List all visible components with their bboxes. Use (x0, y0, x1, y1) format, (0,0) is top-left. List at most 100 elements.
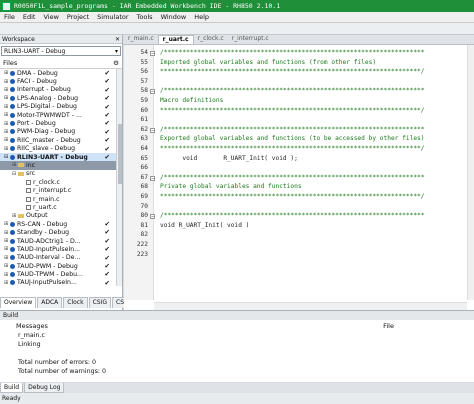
tree-item-label: LPS-Analog - Debug (17, 94, 79, 102)
menu-window[interactable]: Window (157, 13, 191, 21)
line-number: 63 (140, 135, 148, 143)
build-message: Total number of errors: 0 (18, 359, 97, 366)
code-line: ****************************************… (160, 68, 425, 76)
tree-item[interactable]: r_clock.c (0, 178, 122, 186)
build-title: Build (3, 312, 19, 319)
tree-item[interactable]: ⊞ TAUD-Interval - De... ✔ (0, 254, 122, 262)
line-number: 56 (140, 68, 148, 76)
tab-debug-log[interactable]: Debug Log (24, 383, 65, 393)
line-number: 69 (140, 193, 148, 200)
fold-icon[interactable]: − (150, 51, 155, 56)
line-number: 57 (140, 77, 148, 85)
file-icon (26, 179, 31, 185)
menu-project[interactable]: Project (63, 13, 93, 21)
check-icon: ✔ (104, 245, 110, 254)
code-area[interactable]: /***************************************… (156, 45, 462, 300)
fold-icon[interactable]: − (150, 127, 155, 133)
line-number: 55 (140, 58, 148, 66)
tree-item[interactable]: ⊞ TAUD-PWM - Debug ✔ (0, 262, 122, 270)
tree-item[interactable]: r_interrupt.c (0, 186, 122, 194)
tree-item[interactable]: ⊞ Standby - Debug ✔ (0, 228, 122, 236)
tree-item-label: TAUD-ADCtrig1 - D... (17, 237, 81, 245)
check-icon: ✔ (104, 144, 110, 153)
tree-item-label: r_clock.c (33, 178, 60, 186)
tree-item-label: RS-CAN - Debug (17, 220, 68, 228)
menu-simulator[interactable]: Simulator (93, 13, 132, 21)
tree-item[interactable]: ⊞ Output (0, 212, 122, 220)
workspace-title: Workspace (2, 35, 35, 43)
tree-item[interactable]: ⊞ TAUD-InputPulseIn... ✔ (0, 245, 122, 253)
editor-horizontal-scrollbar[interactable] (154, 302, 467, 310)
tree-item[interactable]: ⊞ TAUD-TPWM - Debu... ✔ (0, 270, 122, 278)
project-icon (10, 87, 15, 93)
tab-r-clock[interactable]: r_clock.c (194, 35, 228, 44)
project-icon (10, 121, 15, 127)
tree-item[interactable]: ⊞ FACI - Debug ✔ (0, 77, 122, 85)
tab-r-uart[interactable]: r_uart.c (157, 35, 194, 44)
tree-item-label: TAUD-InputPulseIn... (17, 245, 81, 253)
tree-item[interactable]: ⊞ RIIC_slave - Debug ✔ (0, 145, 122, 153)
build-header: Messages File (16, 322, 474, 330)
settings-icon[interactable]: ⚙ (113, 59, 119, 67)
file-icon (26, 196, 31, 202)
file-icon (26, 188, 31, 194)
tree-item[interactable]: ⊞ DMA - Debug ✔ (0, 69, 122, 77)
project-icon (10, 112, 15, 118)
tree-item[interactable]: ⊟ src (0, 170, 122, 178)
tree-scrollbar[interactable] (116, 69, 122, 286)
tree-item[interactable]: ⊞ RIIC_master - Debug ✔ (0, 136, 122, 144)
tree-item[interactable]: ⊞ RS-CAN - Debug ✔ (0, 220, 122, 228)
tab-overview[interactable]: Overview (0, 297, 37, 308)
line-number: 70 (140, 202, 148, 210)
menu-help[interactable]: Help (190, 13, 213, 21)
editor-vertical-scrollbar[interactable] (467, 45, 474, 300)
project-icon (10, 137, 15, 143)
close-icon[interactable]: ✕ (115, 36, 120, 43)
app-icon (2, 1, 11, 11)
tab-csig[interactable]: CSIG (88, 297, 112, 308)
workspace-config-value: RLIN3-UART - Debug (4, 47, 66, 55)
workspace-config-select[interactable]: RLIN3-UART - Debug ▾ (1, 46, 121, 56)
tab-build[interactable]: Build (0, 383, 24, 393)
tree-item[interactable]: ⊞ Port - Debug ✔ (0, 119, 122, 127)
project-icon (10, 154, 15, 160)
fold-icon[interactable]: − (150, 175, 155, 181)
tree-item[interactable]: ⊟ RLIN3-UART - Debug ✔ (0, 152, 122, 162)
check-icon: ✔ (104, 253, 110, 262)
tree-item[interactable]: ⊞ TAUD-ADCtrig1 - D... ✔ (0, 237, 122, 245)
tree-item[interactable]: r_uart.c (0, 203, 122, 211)
tree-item[interactable]: ⊞ inc (0, 161, 122, 170)
tree-item[interactable]: ⊞ Motor-TPWMWDT - ... ✔ (0, 111, 122, 119)
line-number: 61 (140, 116, 148, 124)
project-icon (10, 230, 15, 236)
tree-item-label: inc (26, 161, 36, 169)
tab-r-interrupt[interactable]: r_interrupt.c (228, 35, 273, 44)
fold-icon[interactable]: − (150, 214, 155, 220)
code-line: /***************************************… (160, 49, 425, 56)
tree-item[interactable]: ⊞ LPS-Digital - Debug ✔ (0, 103, 122, 111)
files-header: Files ⚙ (0, 58, 122, 69)
line-number: 81 (140, 221, 148, 229)
tree-item[interactable]: r_main.c (0, 195, 122, 203)
tree-item[interactable]: ⊞ Interrupt - Debug ✔ (0, 86, 122, 94)
line-number-gutter: 54−55 56 57 58−59 60 61 62−63 64 65 66 67−68 69 70 80… (124, 45, 155, 300)
project-icon (10, 255, 15, 261)
menu-file[interactable]: File (0, 13, 19, 21)
menu-view[interactable]: View (39, 13, 62, 21)
tree-item-label: r_main.c (33, 195, 60, 203)
fold-icon[interactable]: − (150, 89, 155, 95)
tab-clock[interactable]: Clock (63, 297, 88, 308)
workspace-title-bar: Workspace ✕ (0, 35, 122, 44)
build-title-bar: Build (0, 310, 474, 320)
menu-edit[interactable]: Edit (19, 13, 40, 21)
menu-tools[interactable]: Tools (133, 13, 157, 21)
workspace-tabs: Overview ADCA Clock CSIG CSIH (0, 297, 135, 308)
line-number: 223 (136, 250, 148, 258)
tab-adca[interactable]: ADCA (37, 297, 63, 308)
tree-item[interactable]: ⊞ TAUJ-InputPulseIn... ✔ (0, 279, 122, 286)
tree-item[interactable]: ⊞ PWM-Diag - Debug ✔ (0, 128, 122, 136)
tree-item[interactable]: ⊞ LPS-Analog - Debug ✔ (0, 94, 122, 102)
tree-item-label: TAUJ-InputPulseIn... (17, 279, 77, 286)
tab-r-main[interactable]: r_main.c (124, 35, 158, 44)
tree-item-label: Interrupt - Debug (17, 86, 71, 94)
